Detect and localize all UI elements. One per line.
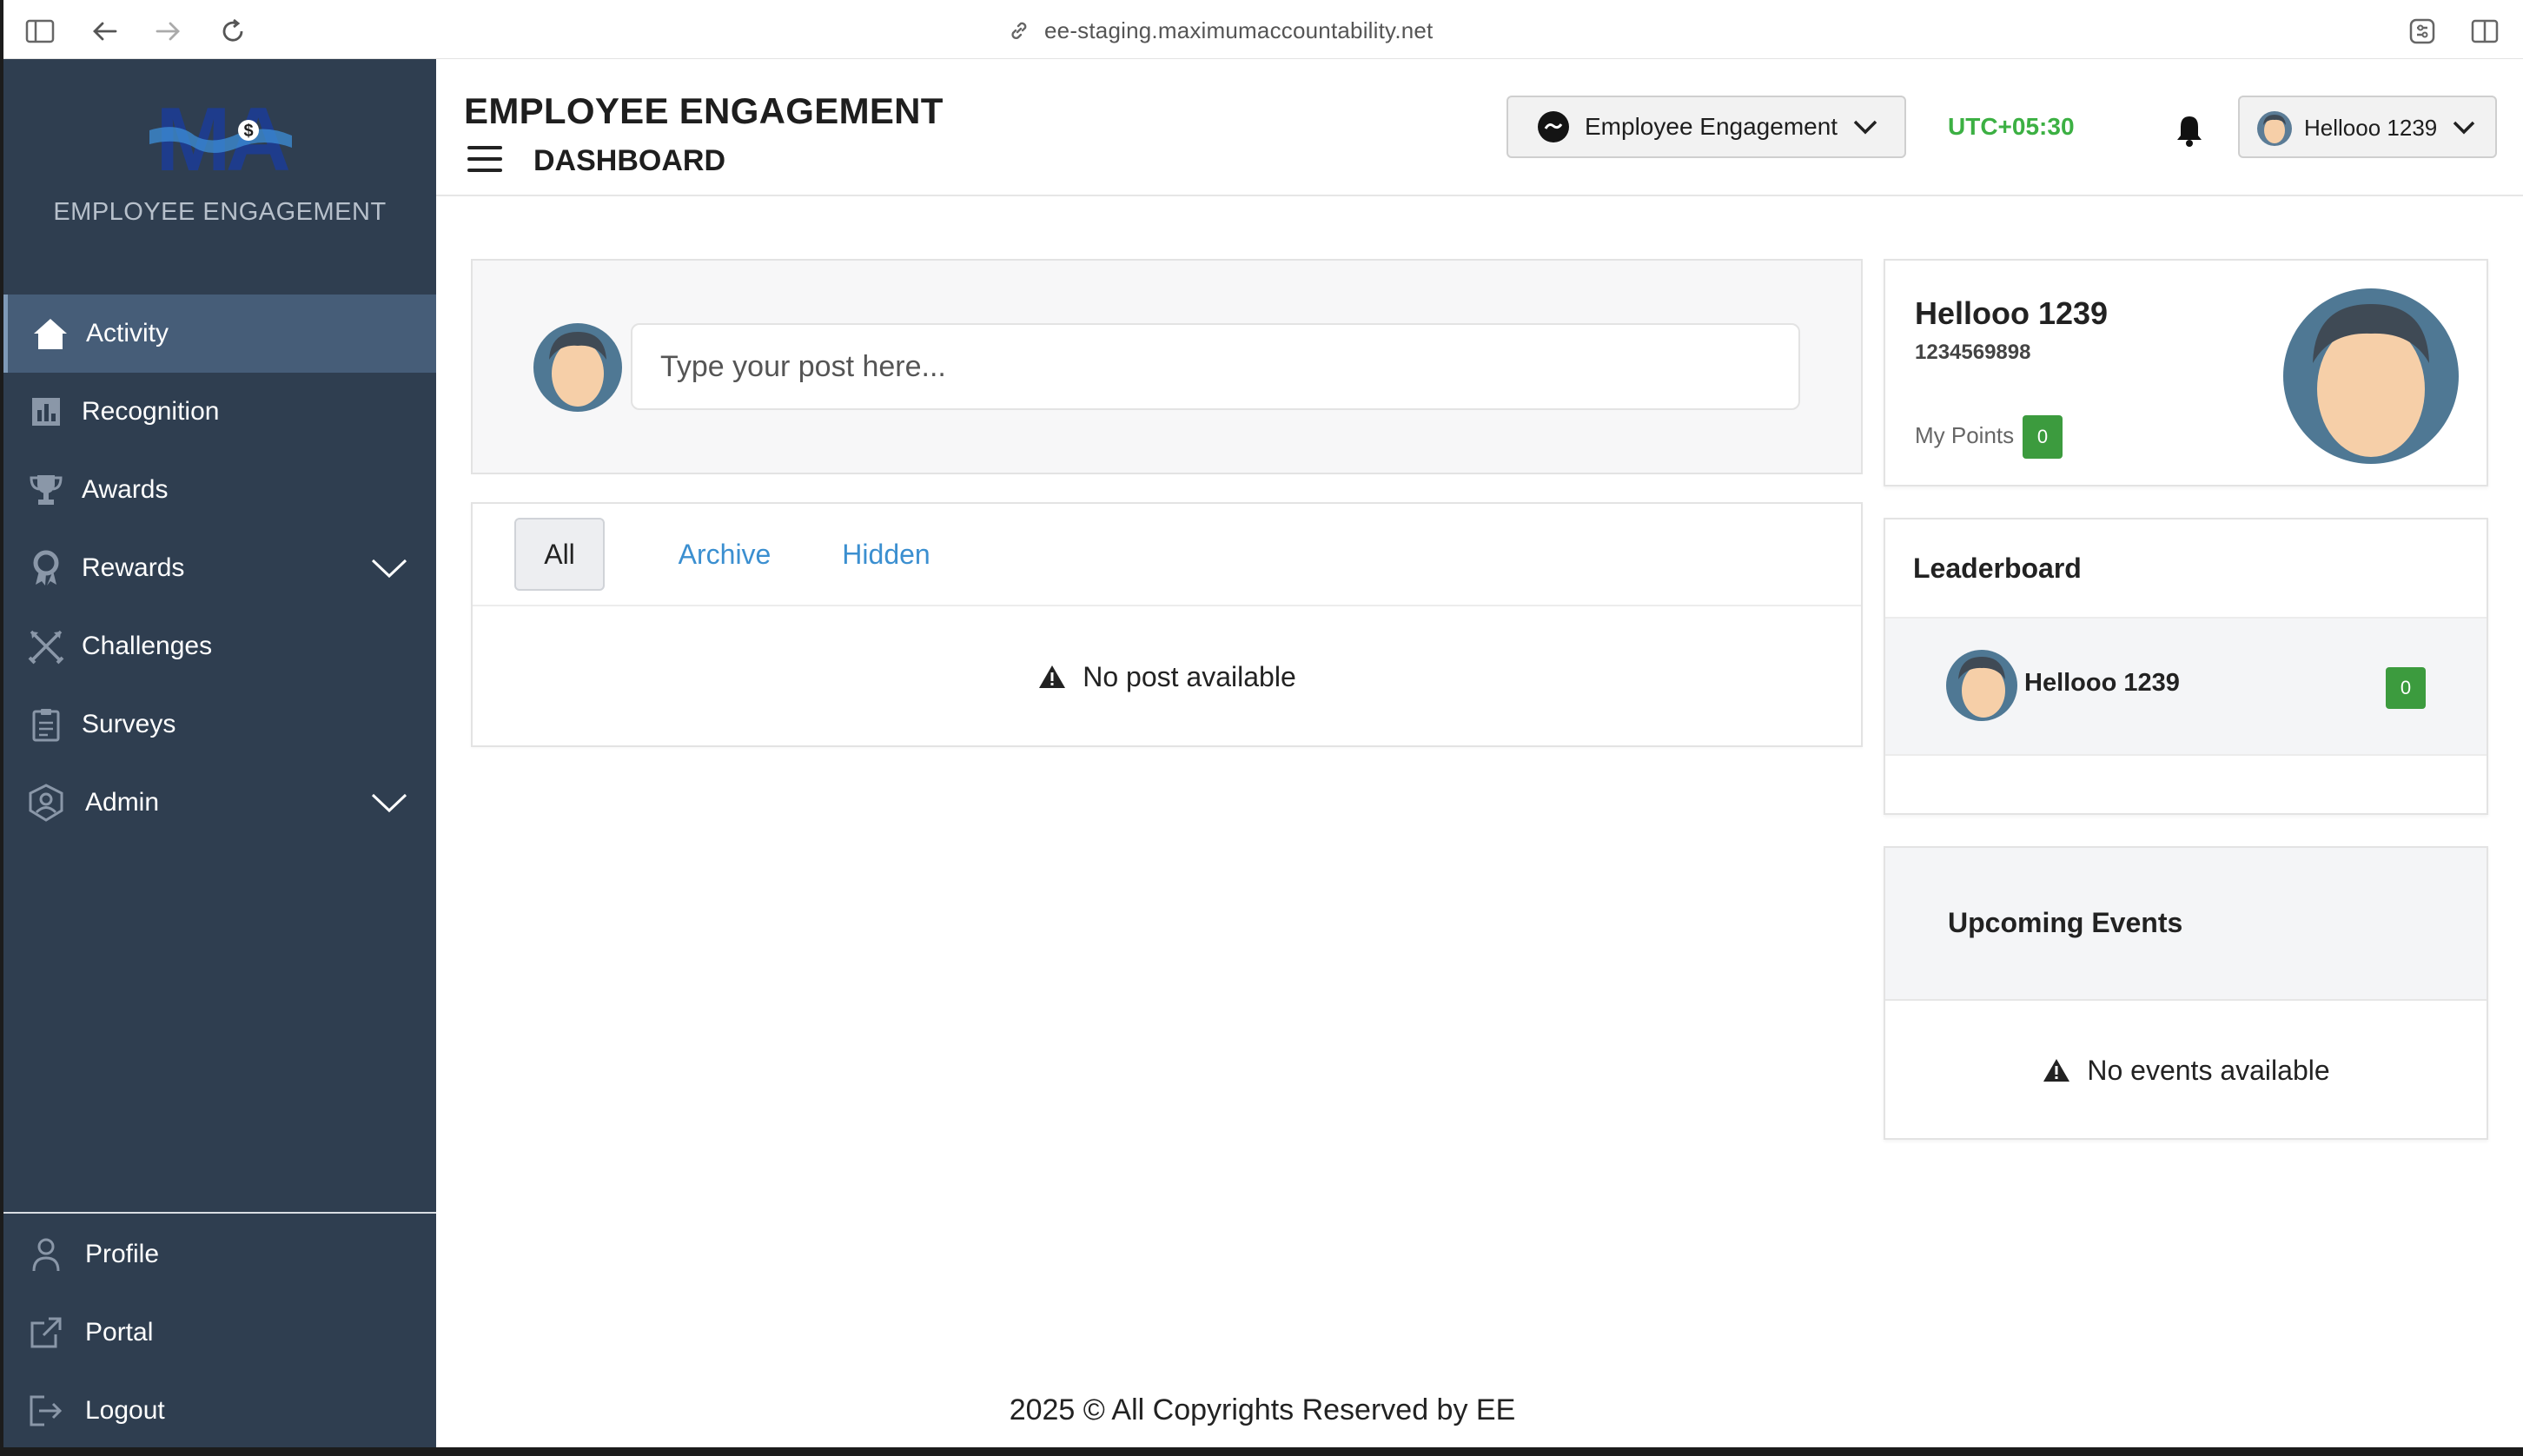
events-title: Upcoming Events	[1948, 907, 2183, 938]
sidebar-item-profile[interactable]: Profile	[3, 1215, 436, 1294]
arrows-cross-icon	[26, 626, 66, 666]
leaderboard-card: Leaderboard Hellooo 1239 0	[1884, 518, 2488, 815]
chevron-down-icon	[2453, 121, 2475, 135]
leaderboard-title: Leaderboard	[1913, 553, 2082, 584]
split-view-icon[interactable]	[2469, 16, 2500, 47]
user-shield-icon	[26, 783, 66, 823]
sidebar-item-awards[interactable]: Awards	[3, 451, 436, 529]
sidebar-item-activity[interactable]: Activity	[3, 295, 436, 373]
workspace-logo-icon	[1538, 111, 1569, 142]
sidebar-item-surveys[interactable]: Surveys	[3, 685, 436, 764]
leaderboard-row[interactable]: Hellooo 1239 0	[1885, 617, 2487, 756]
feed-empty-message: No post available	[1083, 660, 1296, 692]
sidebar-item-label: Profile	[85, 1240, 160, 1268]
sidebar-item-label: Admin	[85, 788, 160, 817]
events-card: Upcoming Events No events available	[1884, 846, 2488, 1140]
chevron-down-icon[interactable]	[370, 555, 408, 581]
sidebar: MA $ EMPLOYEE ENGAGEMENT Activity Recogn…	[3, 59, 436, 1447]
sidebar-item-admin[interactable]: Admin	[3, 764, 436, 842]
warning-icon	[2043, 1059, 2070, 1082]
url-text: ee-staging.maximumaccountability.net	[1044, 17, 1434, 43]
avatar	[1946, 650, 2017, 721]
svg-text:$: $	[243, 122, 253, 141]
address-bar[interactable]: ee-staging.maximumaccountability.net	[1008, 14, 1434, 47]
feed-tabs: All Archive Hidden	[473, 504, 1861, 606]
sidebar-item-label: Logout	[85, 1396, 165, 1425]
back-icon[interactable]	[89, 16, 120, 47]
clipboard-icon	[26, 705, 66, 745]
avatar	[2257, 111, 2292, 146]
logout-icon	[26, 1391, 66, 1431]
bell-icon[interactable]	[2174, 113, 2205, 148]
external-link-icon	[26, 1313, 66, 1353]
sidebar-item-logout[interactable]: Logout	[3, 1372, 436, 1450]
top-header: EMPLOYEE ENGAGEMENT DASHBOARD Employee E…	[436, 59, 2523, 196]
brand-subtitle: EMPLOYEE ENGAGEMENT	[53, 198, 387, 226]
warning-icon	[1039, 665, 1066, 688]
link-icon	[1011, 22, 1027, 40]
user-icon	[26, 1234, 66, 1274]
forward-icon[interactable]	[153, 16, 184, 47]
post-composer	[471, 259, 1863, 474]
reload-icon[interactable]	[217, 16, 248, 47]
avatar	[533, 323, 622, 412]
medal-icon	[26, 548, 66, 588]
tab-all[interactable]: All	[514, 518, 605, 591]
events-empty-message: No events available	[2087, 1054, 2330, 1086]
chevron-down-icon[interactable]	[370, 790, 408, 816]
sidebar-item-label: Recognition	[82, 397, 220, 426]
leaderboard-points-badge: 0	[2386, 667, 2426, 709]
workspace-dropdown[interactable]: Employee Engagement	[1507, 96, 1906, 158]
workspace-label: Employee Engagement	[1585, 113, 1838, 140]
chart-icon	[26, 392, 66, 432]
events-empty-state: No events available	[1885, 1001, 2487, 1140]
sidebar-item-label: Awards	[82, 475, 169, 504]
avatar	[2283, 288, 2459, 464]
extension-icon[interactable]	[2407, 16, 2438, 47]
sidebar-item-label: Activity	[86, 319, 169, 347]
points-label: My Points	[1915, 422, 2015, 448]
events-header: Upcoming Events	[1885, 848, 2487, 1001]
brand-logo: MA $	[149, 96, 295, 182]
sidebar-item-label: Challenges	[82, 632, 213, 660]
sidebar-divider	[3, 1212, 436, 1214]
trophy-icon	[26, 470, 66, 510]
chevron-down-icon	[1853, 120, 1877, 135]
sidebar-item-challenges[interactable]: Challenges	[3, 607, 436, 685]
sidebar-item-label: Rewards	[82, 553, 185, 582]
tab-archive[interactable]: Archive	[646, 518, 803, 591]
profile-card: Hellooo 1239 1234569898 My Points 0	[1884, 259, 2488, 486]
feed-empty-state: No post available	[473, 606, 1861, 747]
app-title: EMPLOYEE ENGAGEMENT	[464, 90, 944, 131]
hamburger-menu-icon[interactable]	[467, 146, 502, 175]
browser-toolbar: ee-staging.maximumaccountability.net	[0, 0, 2523, 59]
user-menu-dropdown[interactable]: Hellooo 1239	[2238, 96, 2497, 158]
points-badge: 0	[2023, 415, 2063, 459]
sidebar-toggle-icon[interactable]	[24, 16, 56, 47]
home-icon	[30, 314, 70, 354]
window-frame-bottom	[0, 1447, 2523, 1456]
sidebar-item-recognition[interactable]: Recognition	[3, 373, 436, 451]
sidebar-item-rewards[interactable]: Rewards	[3, 529, 436, 607]
user-name: Hellooo 1239	[2304, 115, 2438, 141]
sidebar-item-label: Surveys	[82, 710, 176, 738]
activity-feed: All Archive Hidden No post available	[471, 502, 1863, 747]
sidebar-item-portal[interactable]: Portal	[3, 1294, 436, 1372]
timezone-label: UTC+05:30	[1948, 113, 2075, 140]
leaderboard-name: Hellooo 1239	[2024, 669, 2180, 697]
sidebar-item-label: Portal	[85, 1318, 154, 1347]
profile-phone: 1234569898	[1915, 341, 2031, 364]
tab-hidden[interactable]: Hidden	[808, 518, 964, 591]
page-title: DASHBOARD	[533, 144, 725, 177]
footer-copyright: 2025 © All Copyrights Reserved by EE	[1009, 1393, 1516, 1426]
profile-name: Hellooo 1239	[1915, 295, 2109, 331]
post-input[interactable]	[631, 323, 1800, 410]
